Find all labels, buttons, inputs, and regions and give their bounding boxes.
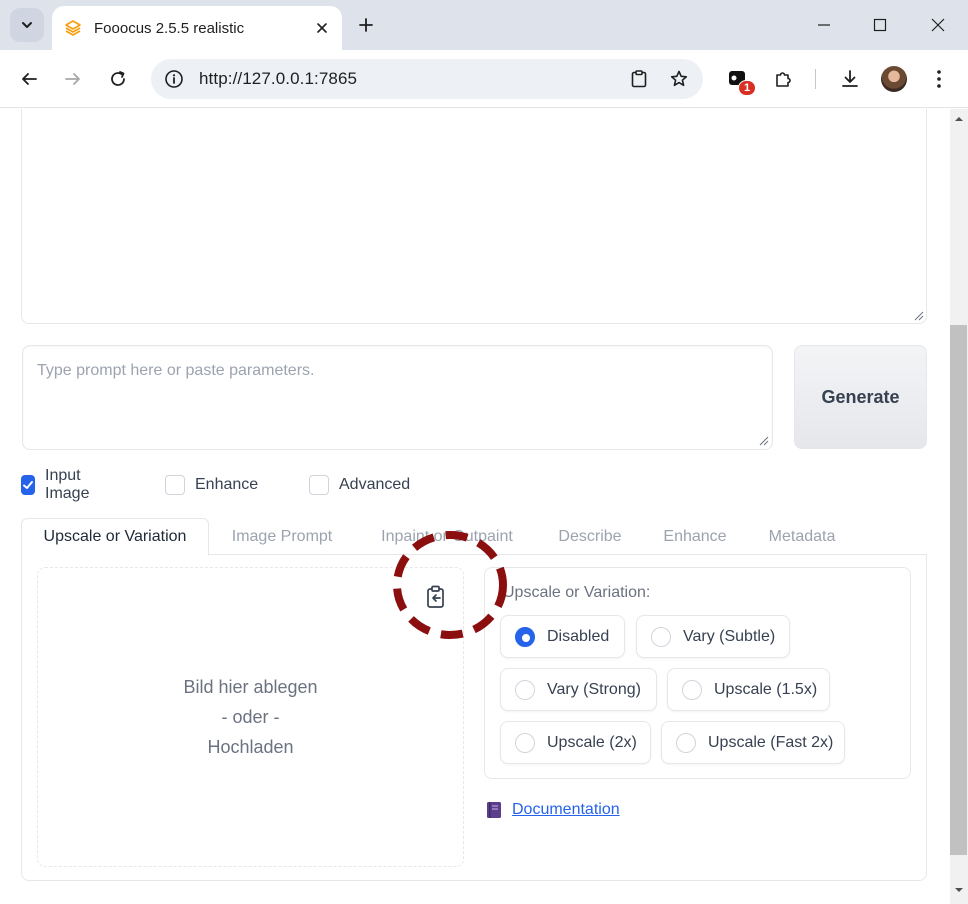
browser-toolbar: http://127.0.0.1:7865 <box>0 50 968 108</box>
image-gallery-area[interactable] <box>21 109 927 324</box>
more-vertical-icon <box>937 70 941 88</box>
documentation-label: Documentation <box>512 801 620 818</box>
tab-upscale-or-variation[interactable]: Upscale or Variation <box>21 518 209 556</box>
browser-titlebar: Fooocus 2.5.5 realistic <box>0 0 968 50</box>
close-icon <box>931 18 945 32</box>
paste-from-clipboard-button[interactable] <box>422 583 450 611</box>
radio-unselected[interactable] <box>515 679 535 700</box>
scrollbar-thumb[interactable] <box>950 325 967 855</box>
checkbox-checked[interactable] <box>21 475 35 495</box>
input-image-tabs: Upscale or Variation Image Prompt Inpain… <box>21 518 927 556</box>
radio-unselected[interactable] <box>515 732 535 753</box>
reload-button[interactable] <box>102 63 134 95</box>
generate-button[interactable]: Generate <box>794 345 927 449</box>
radio-vary-subtle[interactable]: Vary (Subtle) <box>636 615 790 658</box>
tab-search-button[interactable] <box>10 8 44 42</box>
radio-disabled[interactable]: Disabled <box>500 615 625 658</box>
radio-label: Upscale (2x) <box>547 733 637 751</box>
toolbar-divider <box>815 69 816 89</box>
tab-describe[interactable]: Describe <box>546 518 634 555</box>
new-tab-button[interactable] <box>352 11 380 39</box>
documentation-link[interactable]: Documentation <box>486 801 620 819</box>
prompt-input[interactable] <box>23 346 772 449</box>
resize-grip-icon[interactable] <box>914 311 924 321</box>
checkmark-icon <box>23 481 33 489</box>
maximize-button[interactable] <box>866 11 894 39</box>
browser-tab-active[interactable]: Fooocus 2.5.5 realistic <box>52 6 342 50</box>
minimize-icon <box>818 24 830 26</box>
tab-metadata[interactable]: Metadata <box>757 518 847 555</box>
fooocus-logo-icon <box>65 20 81 36</box>
radio-upscale-2x[interactable]: Upscale (2x) <box>500 721 651 764</box>
minimize-button[interactable] <box>810 11 838 39</box>
radio-unselected[interactable] <box>651 626 671 647</box>
arrow-right-icon <box>65 73 80 85</box>
tab-image-prompt[interactable]: Image Prompt <box>217 518 347 555</box>
checkbox-label: Input Image <box>45 467 90 502</box>
arrow-left-icon <box>22 73 37 85</box>
radio-label: Upscale (Fast 2x) <box>708 733 834 751</box>
forward-button[interactable] <box>57 63 89 95</box>
maximize-icon <box>873 18 887 32</box>
browser-menu-button[interactable] <box>923 63 955 95</box>
radio-label: Vary (Subtle) <box>683 627 776 645</box>
profile-avatar[interactable] <box>881 66 907 92</box>
dropzone-upload-text[interactable]: Hochladen <box>207 732 293 762</box>
radio-upscale-fast-2x[interactable]: Upscale (Fast 2x) <box>661 721 845 764</box>
input-image-checkbox[interactable]: Input Image <box>21 467 95 502</box>
radio-label: Vary (Strong) <box>547 680 641 698</box>
checkbox-unchecked[interactable] <box>309 475 329 495</box>
prompt-field[interactable] <box>22 345 773 450</box>
radio-label: Disabled <box>547 627 610 645</box>
site-info-icon[interactable] <box>163 68 185 90</box>
scroll-down-arrow-icon[interactable] <box>953 884 965 896</box>
bookmark-star-icon[interactable] <box>663 63 695 95</box>
puzzle-icon <box>776 72 791 87</box>
downloads-button[interactable] <box>834 63 866 95</box>
back-button[interactable] <box>13 63 45 95</box>
radio-unselected[interactable] <box>676 732 696 753</box>
advanced-checkbox[interactable]: Advanced <box>309 474 410 496</box>
radio-vary-strong[interactable]: Vary (Strong) <box>500 668 657 711</box>
radio-unselected[interactable] <box>682 679 702 700</box>
plus-icon <box>359 18 373 32</box>
radio-upscale-1-5x[interactable]: Upscale (1.5x) <box>667 668 830 711</box>
radio-selected[interactable] <box>515 626 535 647</box>
book-icon <box>487 802 501 818</box>
dropzone-drop-text: Bild hier ablegen <box>183 677 318 697</box>
window-close-button[interactable] <box>924 11 952 39</box>
download-icon <box>842 70 858 87</box>
scroll-up-arrow-icon[interactable] <box>953 113 965 125</box>
dropzone-or-text: - oder - <box>221 707 280 727</box>
page-viewport: Generate Input Image Enhance Advanced Up… <box>0 109 950 904</box>
extension-badge: 1 <box>738 80 756 96</box>
clipboard-icon[interactable] <box>623 63 655 95</box>
url-text[interactable]: http://127.0.0.1:7865 <box>199 69 623 89</box>
uov-title: Upscale or Variation: <box>503 584 651 601</box>
close-icon <box>317 23 327 33</box>
extensions-menu-button[interactable] <box>767 63 799 95</box>
chevron-down-icon <box>22 22 32 28</box>
checkbox-unchecked[interactable] <box>165 475 185 495</box>
tab-title: Fooocus 2.5.5 realistic <box>94 19 245 37</box>
checkbox-label: Advanced <box>339 476 411 493</box>
clipboard-paste-icon <box>427 585 444 608</box>
radio-label: Upscale (1.5x) <box>714 680 818 698</box>
tab-enhance[interactable]: Enhance <box>651 518 739 555</box>
checkbox-label: Enhance <box>195 476 259 493</box>
tab-inpaint-or-outpaint[interactable]: Inpaint or Outpaint <box>367 518 527 555</box>
enhance-checkbox[interactable]: Enhance <box>165 474 258 496</box>
address-bar[interactable]: http://127.0.0.1:7865 <box>151 59 703 99</box>
image-upload-dropzone[interactable]: Bild hier ablegen - oder - Hochladen <box>37 567 464 867</box>
tab-close-button[interactable] <box>310 16 334 40</box>
reload-icon <box>111 71 125 86</box>
